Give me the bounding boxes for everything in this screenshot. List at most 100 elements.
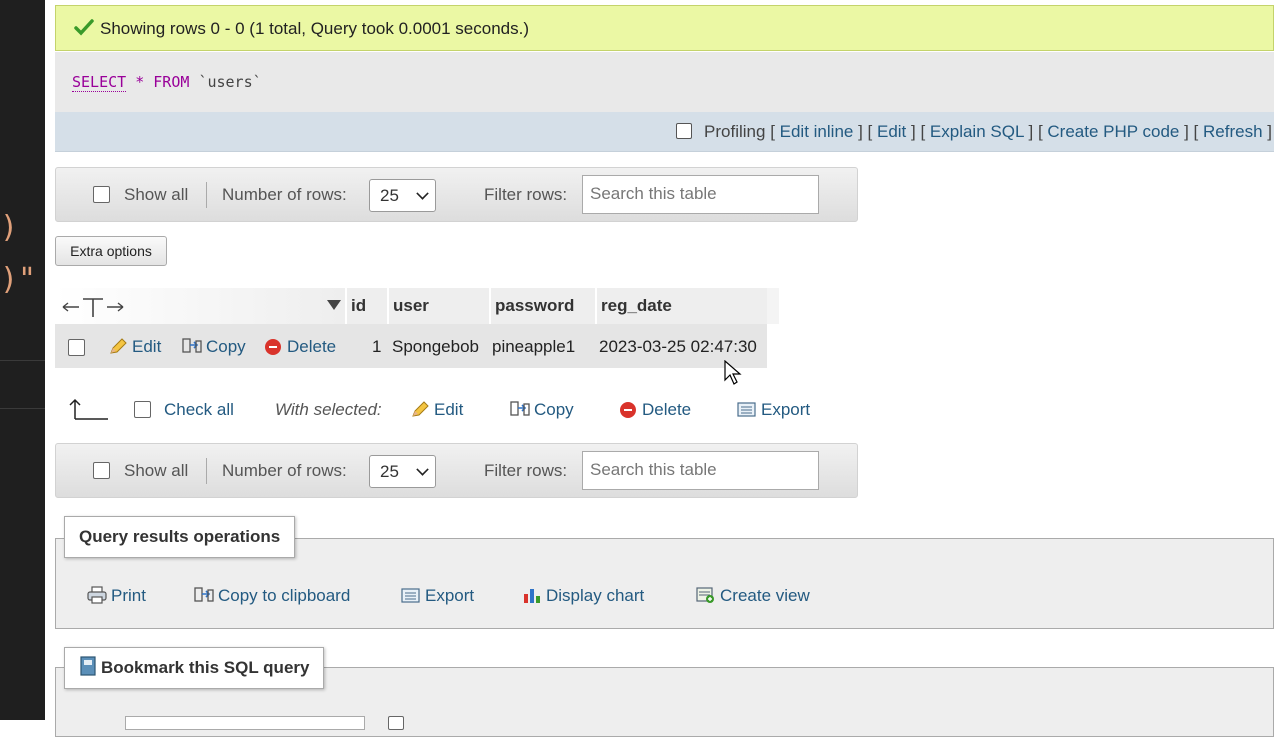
bookmark-label-input[interactable] [125, 716, 365, 730]
export-icon [737, 402, 756, 417]
divider [0, 408, 45, 409]
show-all-checkbox[interactable] [93, 186, 110, 203]
bookmark-title-text: Bookmark this SQL query [101, 658, 310, 677]
column-header-id[interactable]: id [345, 288, 387, 324]
column-header-password[interactable]: password [489, 288, 593, 324]
copy-to-clipboard-label: Copy to clipboard [218, 586, 351, 605]
row-delete-label: Delete [287, 337, 337, 356]
filter-search-input[interactable]: Search this table [582, 451, 819, 490]
export-link[interactable]: Export [401, 586, 474, 606]
column-header-reg-date[interactable]: reg_date [595, 288, 767, 324]
show-all-label: Show all [124, 185, 189, 204]
column-header-user[interactable]: user [387, 288, 487, 324]
divider [206, 182, 207, 208]
sql-table-name: `users` [198, 73, 262, 91]
copy-icon [182, 338, 202, 353]
print-link[interactable]: Print [87, 586, 146, 606]
display-chart-link[interactable]: Display chart [522, 586, 644, 606]
profiling-checkbox[interactable] [676, 123, 693, 139]
create-view-label: Create view [720, 586, 810, 605]
cell-user: Spongebob [392, 337, 479, 356]
row-delete-button[interactable]: Delete [265, 337, 336, 357]
bookmark-checkbox[interactable] [388, 716, 404, 730]
mouse-cursor-icon [724, 360, 742, 385]
bulk-export-button[interactable]: Export [737, 400, 810, 420]
bulk-delete-button[interactable]: Delete [620, 400, 691, 420]
row-checkbox[interactable] [68, 339, 85, 356]
row-edit-label: Edit [132, 337, 162, 356]
sql-query: SELECT * FROM `users` [72, 73, 262, 92]
bulk-copy-button[interactable]: Copy [510, 400, 574, 420]
query-results-operations-title: Query results operations [64, 516, 296, 558]
header-tail [767, 288, 779, 324]
delete-icon [620, 402, 636, 418]
row-edit-button[interactable]: Edit [108, 337, 161, 357]
profiling-label: Profiling [704, 122, 766, 141]
pencil-icon [412, 401, 429, 417]
delete-icon [265, 339, 281, 355]
show-all-checkbox[interactable] [93, 462, 110, 479]
refresh-link[interactable]: Refresh [1203, 122, 1263, 141]
bulk-actions-bar: Check all With selected: Edit Copy Delet… [55, 393, 855, 425]
printer-icon [87, 586, 107, 604]
extra-options-button[interactable]: Extra options [55, 236, 167, 266]
bookmark-title: Bookmark this SQL query [64, 647, 325, 689]
bulk-copy-label: Copy [534, 400, 574, 419]
copy-to-clipboard-link[interactable]: Copy to clipboard [194, 586, 350, 606]
number-of-rows-label: Number of rows: [222, 461, 347, 480]
navigation-bar-top: Show all Number of rows: 25 Filter rows:… [55, 167, 858, 222]
copy-icon [510, 401, 530, 416]
export-label: Export [425, 586, 475, 605]
editor-glyph: )" [0, 262, 37, 297]
bulk-edit-button[interactable]: Edit [410, 400, 463, 420]
edit-link[interactable]: Edit [877, 122, 906, 141]
bulk-edit-label: Edit [434, 400, 464, 419]
create-view-icon [696, 587, 714, 603]
bar-chart-icon [524, 589, 540, 603]
sort-dropdown-icon[interactable] [326, 299, 342, 311]
sql-keyword-select[interactable]: SELECT [72, 73, 127, 92]
rows-per-page-select[interactable]: 25 [369, 455, 436, 488]
background-editor-strip: ) )" [0, 0, 45, 720]
rows-per-page-select[interactable]: 25 [369, 179, 436, 212]
bulk-delete-label: Delete [642, 400, 692, 419]
sql-keyword-from: FROM [153, 73, 190, 91]
success-message: Showing rows 0 - 0 (1 total, Query took … [55, 5, 1274, 51]
column-arrows-icon[interactable] [61, 296, 127, 318]
create-view-link[interactable]: Create view [696, 586, 810, 606]
display-chart-label: Display chart [546, 586, 645, 605]
editor-glyph: ) [0, 210, 19, 245]
edit-inline-link[interactable]: Edit inline [780, 122, 854, 141]
chevron-down-icon [416, 463, 429, 476]
pencil-icon [110, 338, 127, 354]
print-label: Print [111, 586, 146, 605]
divider [0, 360, 45, 361]
sql-star: * [135, 73, 145, 91]
divider [206, 458, 207, 484]
sql-query-box: SELECT * FROM `users` [55, 52, 1274, 112]
chevron-down-icon [416, 187, 429, 200]
create-php-code-link[interactable]: Create PHP code [1047, 122, 1179, 141]
filter-rows-label: Filter rows: [484, 185, 568, 204]
success-text: Showing rows 0 - 0 (1 total, Query took … [100, 19, 530, 38]
bookmark-icon [80, 656, 96, 676]
row-copy-button[interactable]: Copy [182, 337, 246, 357]
results-table-header: id user password reg_date [55, 288, 767, 324]
check-all-label[interactable]: Check all [164, 400, 234, 420]
export-icon [401, 588, 420, 603]
arrow-left-up-icon [69, 398, 108, 420]
filter-search-input[interactable]: Search this table [582, 175, 819, 214]
checkmark-icon [74, 19, 94, 36]
navigation-bar-bottom: Show all Number of rows: 25 Filter rows:… [55, 443, 858, 498]
sql-toolbar: Profiling [ Edit inline ] [ Edit ] [ Exp… [55, 112, 1274, 152]
bulk-export-label: Export [761, 400, 811, 419]
copy-icon [194, 587, 214, 602]
rows-per-page-value: 25 [380, 186, 399, 205]
cell-reg-date: 2023-03-25 02:47:30 [599, 337, 757, 356]
show-all-label: Show all [124, 461, 189, 480]
check-all-checkbox[interactable] [134, 401, 151, 418]
row-copy-label: Copy [206, 337, 246, 356]
cell-id: 1 [372, 337, 382, 356]
explain-sql-link[interactable]: Explain SQL [930, 122, 1024, 141]
filter-rows-label: Filter rows: [484, 461, 568, 480]
